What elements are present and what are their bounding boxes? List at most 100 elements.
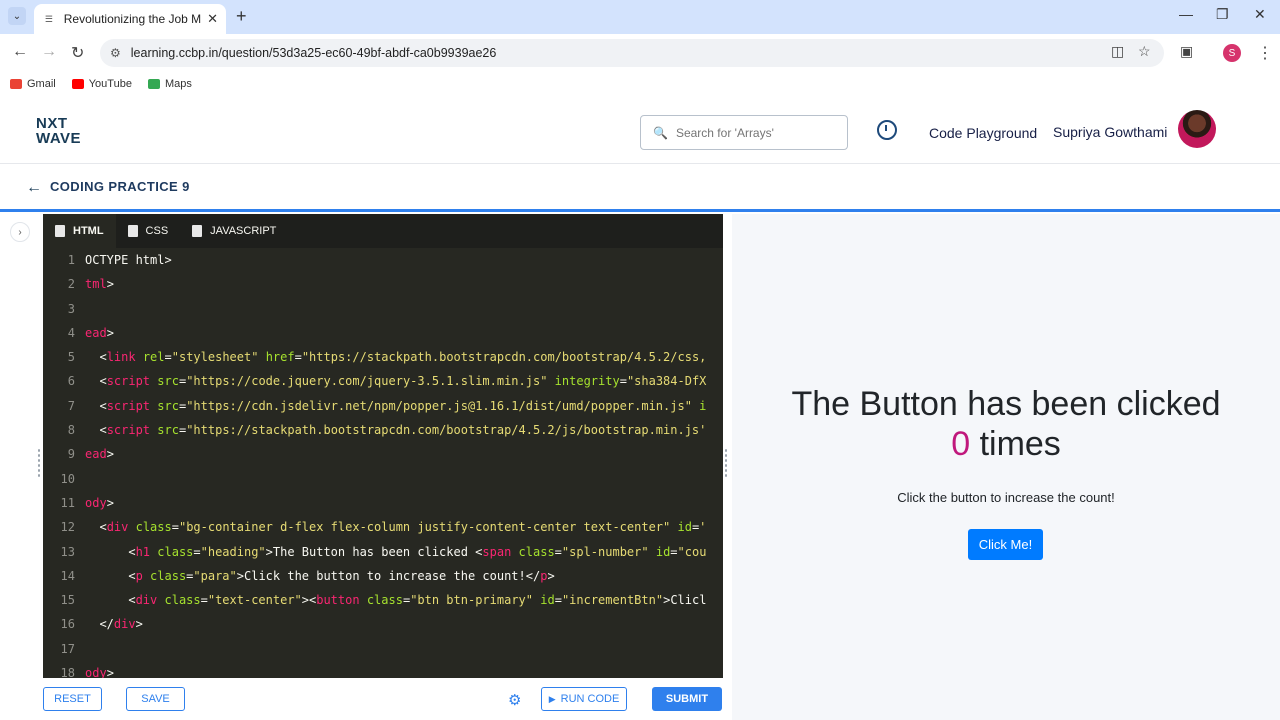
browser-tab-bar: ⌄ ☰ Revolutionizing the Job Market ✕ + —… — [0, 0, 1280, 34]
code-line: 2 tml> — [43, 272, 723, 296]
line-number: 3 — [67, 301, 75, 316]
code-line: 5 <link rel="stylesheet" href="https://s… — [43, 345, 723, 369]
user-name[interactable]: Supriya Gowthami — [1053, 124, 1167, 140]
site-info-icon[interactable]: ⚙ — [110, 46, 121, 60]
address-bar[interactable]: ⚙ learning.ccbp.in/question/53d3a25-ec60… — [100, 39, 1164, 67]
bookmark-label: YouTube — [88, 78, 132, 90]
left-resize-handle[interactable] — [37, 448, 41, 478]
code-content: tml> — [85, 277, 114, 292]
search-box[interactable]: 🔍 — [640, 115, 848, 150]
run-code-button[interactable]: ▶ RUN CODE — [541, 687, 627, 711]
line-number: 11 — [60, 495, 75, 510]
code-line: 15 <div class="text-center"><button clas… — [43, 588, 723, 612]
tab-css[interactable]: CSS — [116, 214, 181, 248]
code-line: 8 <script src="https://stackpath.bootstr… — [43, 418, 723, 442]
editor-action-bar: RESET SAVE ⚙ ▶ RUN CODE SUBMIT — [0, 678, 730, 720]
click-me-button[interactable]: Click Me! — [968, 529, 1043, 560]
forward-icon[interactable]: → — [41, 43, 57, 61]
practice-subheader: ← CODING PRACTICE 9 — [0, 165, 1280, 212]
back-icon[interactable]: ← — [12, 43, 28, 61]
run-code-label: RUN CODE — [560, 693, 620, 705]
maps-icon — [147, 79, 160, 89]
browser-tab-active[interactable]: ☰ Revolutionizing the Job Market ✕ — [34, 4, 226, 34]
back-arrow-icon[interactable]: ← — [26, 179, 42, 197]
youtube-icon — [71, 79, 84, 89]
user-avatar[interactable] — [1178, 110, 1216, 148]
code-line: 9 ead> — [43, 442, 723, 466]
reload-icon[interactable]: ↻ — [71, 43, 84, 63]
browser-toolbar: ← → ↻ ⚙ learning.ccbp.in/question/53d3a2… — [0, 34, 1280, 72]
tab-html[interactable]: HTML — [43, 214, 116, 248]
code-line: 16 </div> — [43, 612, 723, 636]
line-number: 9 — [67, 447, 75, 462]
nxtwave-logo[interactable]: NXT WAVE — [36, 116, 81, 146]
bookmark-youtube[interactable]: YouTube — [71, 78, 132, 90]
tab-title: Revolutionizing the Job Market — [63, 12, 202, 26]
tab-close-icon[interactable]: ✕ — [207, 11, 218, 27]
line-number: 2 — [67, 277, 75, 292]
line-number: 4 — [67, 325, 75, 340]
line-number: 15 — [60, 593, 75, 608]
app-header: NXT WAVE 🔍 Code Playground Supriya Gowth… — [0, 96, 1280, 164]
code-line: 4 ead> — [43, 321, 723, 345]
code-content: <link rel="stylesheet" href="https://sta… — [85, 350, 707, 365]
code-line: 13 <h1 class="heading">The Button has be… — [43, 540, 723, 564]
maximize-icon[interactable]: ❐ — [1216, 6, 1229, 23]
install-app-icon[interactable]: ◫ — [1111, 43, 1124, 60]
code-content: ead> — [85, 325, 114, 340]
code-line: 10 — [43, 467, 723, 491]
practice-title: CODING PRACTICE 9 — [50, 179, 190, 194]
tab-javascript[interactable]: JAVASCRIPT — [180, 214, 288, 248]
submit-button[interactable]: SUBMIT — [652, 687, 722, 711]
tab-search-chevron-icon[interactable]: ⌄ — [8, 7, 26, 25]
code-line: 17 — [43, 637, 723, 661]
html5-icon — [55, 225, 65, 237]
code-content: ead> — [85, 447, 114, 462]
code-line: 1 OCTYPE html> — [43, 248, 723, 272]
javascript-file-icon — [192, 225, 203, 237]
tab-label: HTML — [73, 225, 104, 237]
code-lines[interactable]: 1 OCTYPE html> 2 tml> 3 4 ead> 5 <link rel=… — [43, 248, 723, 678]
tab-favicon-icon: ☰ — [44, 13, 53, 24]
bookmarks-bar: Gmail YouTube Maps — [0, 72, 1280, 96]
minimize-icon[interactable]: — — [1179, 6, 1193, 22]
code-content: <script src="https://cdn.jsdelivr.net/np… — [85, 398, 707, 413]
code-content: <div class="text-center"><button class="… — [85, 593, 707, 608]
heading-text: The Button has been clicked — [791, 385, 1221, 423]
new-tab-plus-icon[interactable]: + — [236, 6, 247, 27]
line-number: 6 — [67, 374, 75, 389]
output-preview: The Button has been clicked 0 times Clic… — [732, 214, 1280, 720]
code-playground-link[interactable]: Code Playground — [929, 125, 1037, 141]
save-button[interactable]: SAVE — [126, 687, 185, 711]
code-line: 11 ody> — [43, 491, 723, 515]
bookmark-gmail[interactable]: Gmail — [10, 78, 56, 90]
browser-menu-icon[interactable]: ⋮ — [1257, 43, 1273, 63]
line-number: 13 — [60, 544, 75, 559]
code-line: 7 <script src="https://cdn.jsdelivr.net/… — [43, 394, 723, 418]
search-input[interactable] — [675, 125, 836, 140]
stopwatch-icon[interactable] — [877, 120, 897, 140]
search-icon: 🔍 — [653, 125, 668, 140]
code-line: 18 ody> — [43, 661, 723, 678]
bookmark-star-icon[interactable]: ☆ — [1138, 43, 1151, 60]
editor-preview-resize-handle[interactable] — [724, 448, 728, 478]
reset-button[interactable]: RESET — [43, 687, 102, 711]
profile-avatar[interactable]: S — [1223, 44, 1241, 62]
line-number: 14 — [60, 568, 75, 583]
code-editor[interactable]: HTML CSS JAVASCRIPT 1 OCTYPE html> 2 tml> … — [43, 214, 723, 678]
play-icon: ▶ — [548, 693, 556, 704]
bookmark-label: Gmail — [27, 78, 56, 90]
code-content: ody> — [85, 666, 114, 678]
close-window-icon[interactable]: ✕ — [1254, 6, 1266, 23]
logo-line-1: NXT — [36, 115, 68, 132]
preview-paragraph: Click the button to increase the count! — [897, 490, 1115, 505]
bookmark-maps[interactable]: Maps — [147, 78, 192, 90]
settings-gear-icon[interactable]: ⚙ — [508, 691, 521, 709]
code-line: 12 <div class="bg-container d-flex flex-… — [43, 515, 723, 539]
line-number: 17 — [60, 641, 75, 656]
extensions-icon[interactable]: ▣ — [1180, 43, 1193, 60]
code-line: 6 <script src="https://code.jquery.com/j… — [43, 369, 723, 393]
code-line: 14 <p class="para">Click the button to i… — [43, 564, 723, 588]
expand-panel-chevron-icon[interactable]: › — [10, 222, 30, 242]
line-number: 1 — [67, 253, 75, 267]
